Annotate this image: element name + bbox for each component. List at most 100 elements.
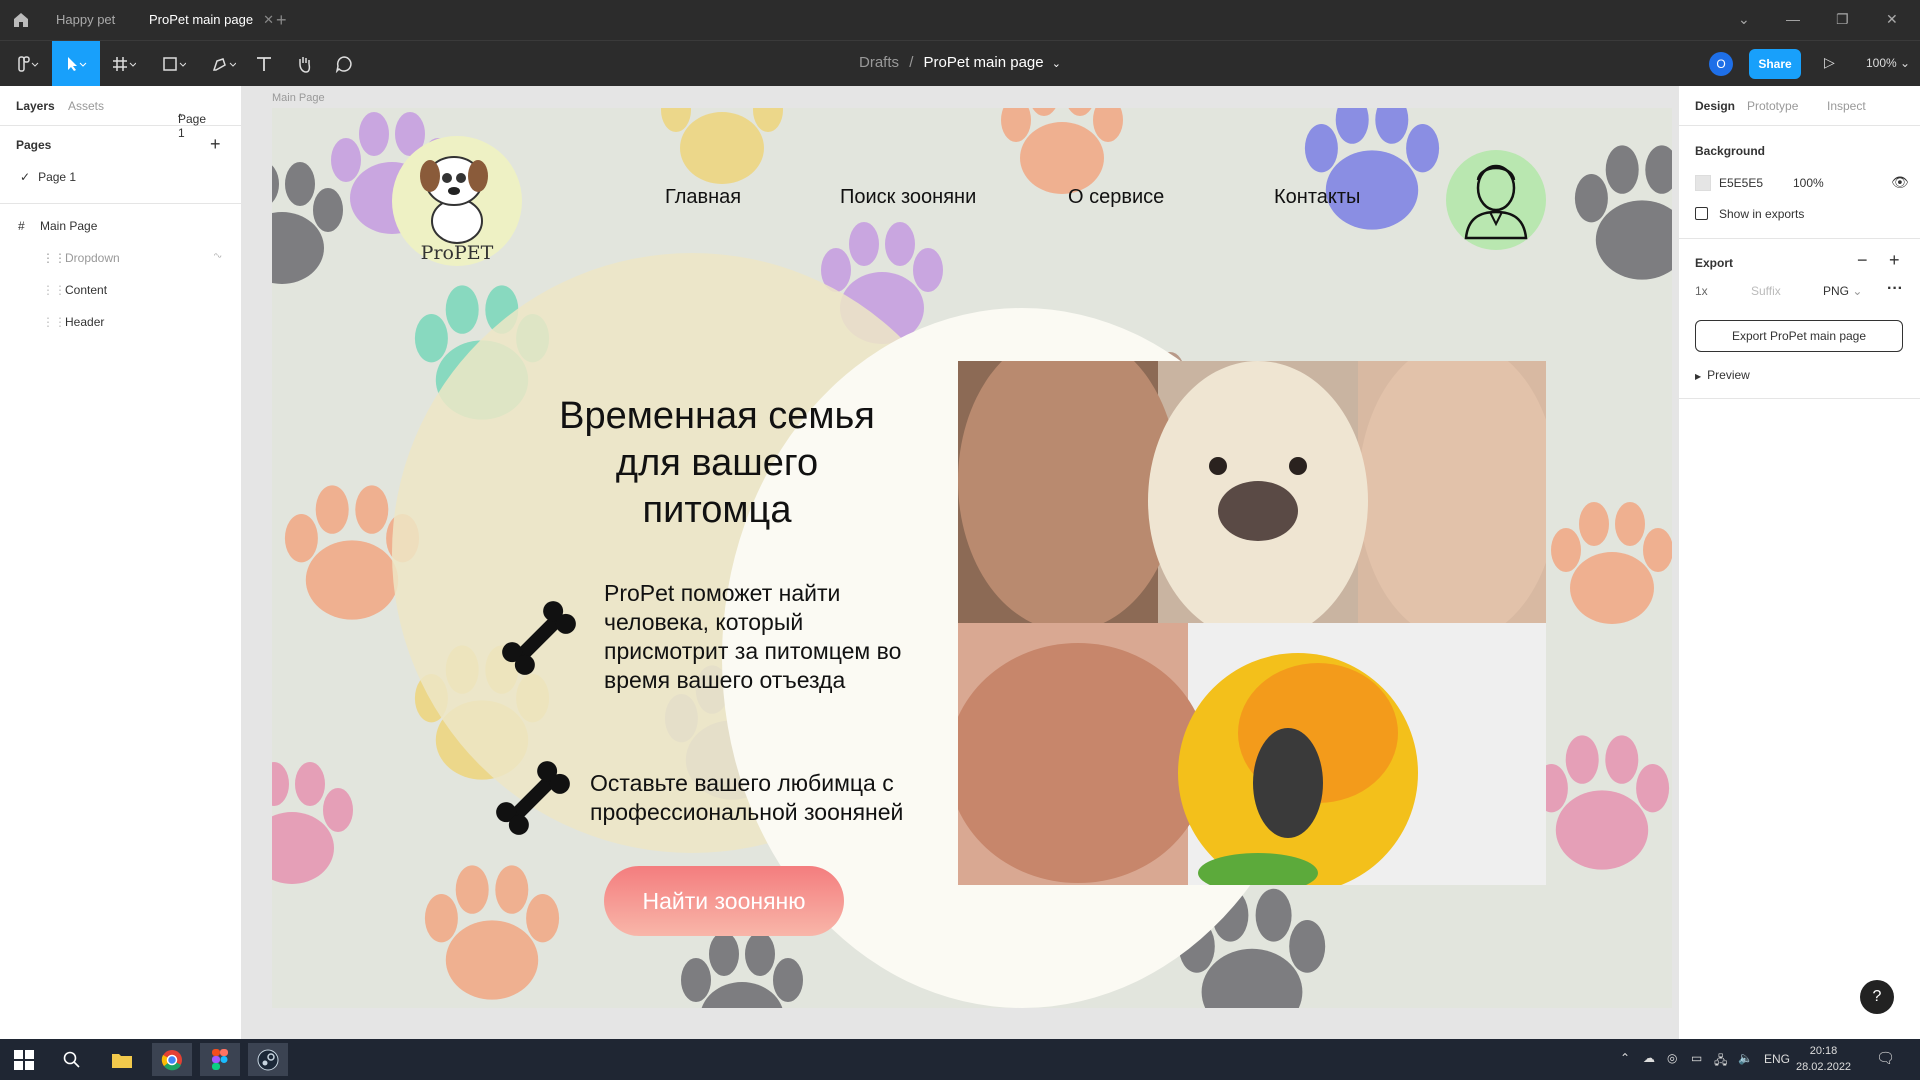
tab-propet-main-page[interactable]: ProPet main page ✕ [135,0,288,40]
figma-app-icon[interactable] [200,1043,240,1076]
logo-text: ProPET [420,242,494,264]
tab-inspect[interactable]: Inspect [1827,99,1866,113]
tab-design[interactable]: Design [1695,99,1735,113]
user-profile-button[interactable] [1446,150,1546,250]
find-petsitter-button[interactable]: Найти зооняню [604,866,844,936]
logo[interactable]: ProPET [392,136,522,266]
design-frame-main-page[interactable]: ProPET Главная Поиск зооняни О сервисе К… [272,108,1672,1008]
page-item[interactable]: ✓ Page 1 [20,170,76,184]
restore-icon[interactable]: ❐ [1836,11,1849,28]
layer-main-page[interactable]: # Main Page [0,212,242,240]
network-icon[interactable]: 🖧 [1714,1051,1727,1072]
close-tab-icon[interactable]: ✕ [263,12,274,27]
help-button[interactable]: ? [1860,980,1894,1014]
zoom-dropdown[interactable]: 100% ⌄ [1866,56,1910,70]
benefit-line: ProPet поможет найти [604,580,841,606]
notifications-icon[interactable]: 🗨 [1876,1049,1895,1067]
layer-label: Content [65,283,108,297]
tab-assets[interactable]: Assets [68,99,104,113]
nav-link-contacts[interactable]: Контакты [1274,186,1360,209]
layer-dropdown[interactable]: ⋮⋮ Dropdown ᵔᵕ [0,244,242,272]
user-avatar[interactable]: O [1709,52,1733,76]
divider [1679,238,1920,239]
search-icon[interactable] [52,1043,92,1076]
hidden-eye-icon[interactable]: ᵔᵕ [214,244,222,272]
bone-icon [496,761,570,835]
background-hex-field[interactable]: E5E5E5 [1719,176,1763,190]
headline-line: для вашего [615,442,819,484]
present-play-icon[interactable]: ▷ [1824,54,1835,71]
close-window-icon[interactable]: ✕ [1886,11,1898,28]
headline-line: Временная семья [559,395,875,437]
eye-icon[interactable]: 👁 [1891,174,1909,191]
home-icon[interactable] [12,11,30,29]
caret-right-icon: ▶ [1695,372,1702,381]
layers-panel: Layers Assets Page 1 ^ Pages + ✓ Page 1 #… [0,86,242,1039]
properties-panel: Design Prototype Inspect Background E5E5… [1678,86,1920,1039]
chevron-down-icon[interactable]: ⌄ [1052,58,1061,70]
add-export-icon[interactable]: + [1889,250,1900,271]
zoom-value: 100% [1866,56,1897,70]
breadcrumb-separator: / [909,54,914,71]
show-in-exports-label: Show in exports [1719,207,1805,221]
new-tab-icon[interactable]: + [276,10,287,31]
export-scale-field[interactable]: 1x [1695,284,1708,298]
share-button[interactable]: Share [1749,49,1801,79]
show-in-exports-checkbox[interactable] [1695,207,1708,220]
layer-header[interactable]: ⋮⋮ Header [0,308,242,336]
export-suffix-field[interactable]: Suffix [1751,284,1781,298]
couple-with-dog-image [958,361,1546,623]
chevron-up-icon[interactable]: ⌃ [1620,1051,1630,1065]
minimize-icon[interactable]: — [1786,11,1800,27]
divider [0,203,242,204]
background-opacity-field[interactable]: 100% [1793,176,1824,190]
file-explorer-icon[interactable] [102,1043,142,1076]
nav-link-find-petsitter[interactable]: Поиск зооняни [840,186,976,209]
windows-start-icon[interactable] [4,1043,44,1076]
chevron-down-icon[interactable]: ⌄ [1738,11,1750,28]
system-clock[interactable]: 20:18 28.02.2022 [1796,1043,1851,1075]
chevron-down-icon: ⌄ [1852,284,1863,298]
tab-label: Happy pet [56,12,116,27]
layer-content[interactable]: ⋮⋮ Content [0,276,242,304]
battery-icon[interactable]: ▭ [1691,1051,1702,1065]
background-heading: Background [1695,144,1766,158]
chevron-down-icon: ⌄ [1900,56,1911,70]
more-options-icon[interactable]: ··· [1887,280,1903,298]
benefit-text-1: ProPet поможет найти человека, который п… [604,579,964,695]
nav-link-home[interactable]: Главная [665,186,741,209]
benefit-line: Оставьте вашего любимца с [590,770,894,796]
toolbar: Drafts / ProPet main page ⌄ O Share ▷ 10… [0,40,1920,87]
add-page-icon[interactable]: + [210,134,221,155]
onedrive-cloud-icon[interactable]: ☁ [1643,1051,1655,1065]
preview-label: Preview [1707,368,1750,382]
breadcrumb-drafts[interactable]: Drafts [859,54,899,71]
tab-layers[interactable]: Layers [16,99,55,113]
chrome-icon[interactable] [152,1043,192,1076]
tab-happy-pet[interactable]: Happy pet [42,0,129,40]
export-button[interactable]: Export ProPet main page [1695,320,1903,352]
frame-label[interactable]: Main Page [272,92,325,104]
steam-icon[interactable] [248,1043,288,1076]
title-bar: Happy pet ProPet main page ✕ + ⌄ — ❐ ✕ [0,0,1920,40]
user-icon [1464,164,1528,240]
benefit-line: присмотрит за питомцем во [604,638,902,664]
webcam-icon[interactable]: ◎ [1667,1051,1677,1065]
file-name[interactable]: ProPet main page [924,54,1044,71]
checkmark-icon: ✓ [20,170,31,184]
layer-label: Dropdown [65,251,120,265]
component-icon: ⋮⋮ [42,283,66,297]
language-indicator[interactable]: ENG [1764,1052,1790,1066]
export-heading: Export [1695,256,1734,270]
volume-icon[interactable]: 🔈 [1738,1051,1753,1065]
clock-date: 28.02.2022 [1796,1061,1852,1073]
export-format-dropdown[interactable]: PNG ⌄ [1823,284,1862,298]
tab-prototype[interactable]: Prototype [1747,99,1798,113]
breadcrumb: Drafts / ProPet main page ⌄ [0,54,1920,71]
background-color-swatch[interactable] [1695,175,1711,191]
frame-icon: # [18,219,25,233]
remove-export-icon[interactable]: − [1857,250,1868,271]
nav-link-about[interactable]: О сервисе [1068,186,1164,209]
preview-toggle[interactable]: ▶ Preview [1695,368,1750,382]
clock-time: 20:18 [1809,1045,1838,1057]
